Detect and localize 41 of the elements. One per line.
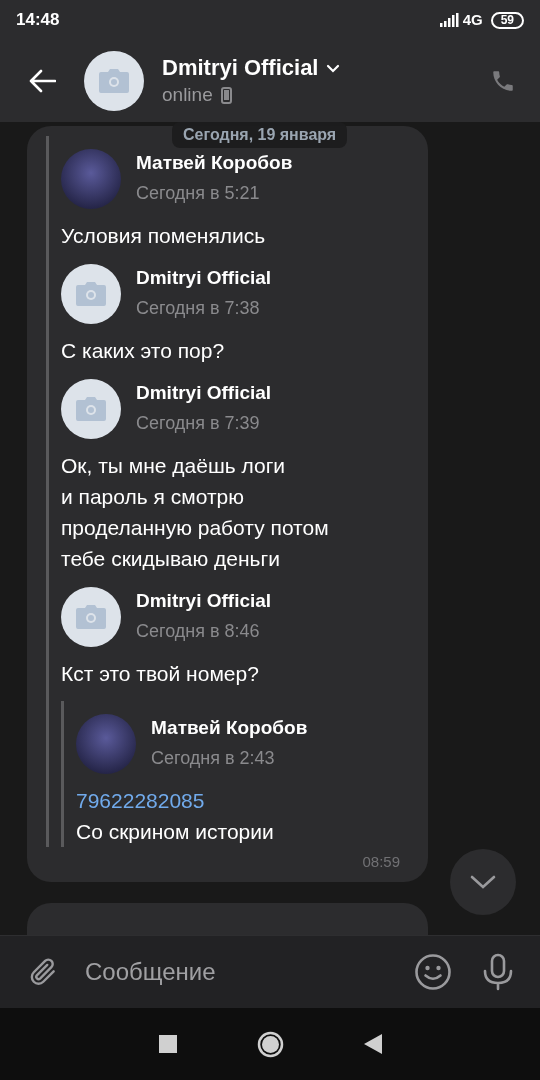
signal-icon (439, 13, 460, 27)
message-time: Сегодня в 5:21 (136, 182, 261, 205)
message-text: Условия поменялись (61, 223, 267, 249)
emoji-icon[interactable] (414, 953, 452, 991)
sender-name: Dmitryi Official (136, 381, 272, 405)
contact-name[interactable]: Dmitryi Official (162, 54, 319, 82)
sender-name: Матвей Коробов (136, 151, 293, 175)
chevron-down-icon[interactable] (326, 63, 341, 73)
message-text: Со скрином истории (76, 819, 275, 845)
message-time: 08:59 (362, 852, 400, 872)
battery-indicator: 59 (490, 11, 524, 29)
sender-name: Матвей Коробов (151, 716, 308, 740)
message-input[interactable]: Сообщение (85, 954, 414, 990)
message-text: Кст это твой номер? (61, 661, 260, 687)
network-type: 4G (462, 9, 483, 30)
chevron-down-icon (470, 875, 496, 889)
message-text: С каких это пор? (61, 338, 226, 364)
message-time: Сегодня в 8:46 (136, 620, 261, 643)
sender-name: Dmitryi Official (136, 589, 272, 613)
back-icon[interactable] (28, 69, 56, 93)
mobile-phone-icon (220, 86, 232, 104)
microphone-icon[interactable] (482, 953, 514, 991)
camera-icon (76, 282, 106, 306)
phone-call-icon[interactable] (490, 68, 516, 94)
message-text: Ок, ты мне даёшь логи и пароль я смотрю проделанную работу потом тебе скидываю деньги (61, 453, 330, 572)
phone-link[interactable]: 79622282085 (76, 785, 400, 816)
camera-icon (99, 69, 129, 93)
camera-icon (76, 605, 106, 629)
status-time: 14:48 (16, 9, 60, 32)
back-nav-icon[interactable] (363, 1034, 382, 1054)
recent-apps-icon[interactable] (158, 1035, 177, 1053)
camera-icon (76, 397, 106, 421)
message-time: Сегодня в 7:39 (136, 412, 261, 435)
home-icon[interactable] (256, 1030, 284, 1058)
message-time: Сегодня в 7:38 (136, 297, 261, 320)
message-composer[interactable]: Сообщение (0, 935, 540, 1008)
sender-name: Dmitryi Official (136, 266, 272, 290)
message-time: Сегодня в 2:43 (151, 747, 276, 770)
contact-avatar[interactable] (84, 51, 144, 111)
online-status: online (162, 83, 213, 107)
date-badge: Сегодня, 19 января (172, 122, 348, 148)
